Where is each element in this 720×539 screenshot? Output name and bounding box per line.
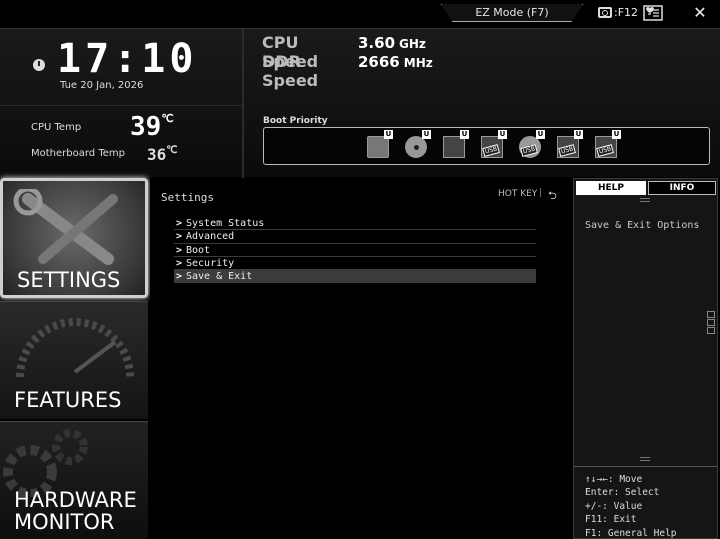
page-title: Settings bbox=[161, 191, 214, 204]
key-legend: ↑↓→←: Move Enter: Select +/-: Value F11:… bbox=[585, 473, 677, 539]
cd-icon[interactable]: U bbox=[405, 130, 431, 160]
nav-features[interactable]: FEATURES bbox=[0, 301, 148, 419]
nav-settings[interactable]: SETTINGS bbox=[0, 178, 148, 298]
nav-hardware-monitor[interactable]: HARDWARE MONITOR bbox=[0, 421, 148, 539]
divider bbox=[0, 105, 242, 106]
favorites-icon[interactable] bbox=[643, 5, 663, 21]
boot-priority-bar: U U U U USB U USB U USB U USB bbox=[263, 127, 710, 165]
key-hint: +/-: Value bbox=[585, 500, 643, 512]
top-bar: EZ Mode (F7) :F12 ✕ bbox=[0, 0, 720, 28]
usb-floppy-icon[interactable]: U USB bbox=[557, 130, 583, 160]
key-hint: F11: Exit bbox=[585, 514, 637, 526]
help-text: Save & Exit Options bbox=[585, 220, 700, 231]
settings-menu: > System Status > Advanced > Boot > Security… bbox=[174, 217, 536, 284]
screenshot-label: :F12 bbox=[614, 6, 639, 19]
panel-handle[interactable] bbox=[707, 311, 717, 341]
usb-drive-icon[interactable]: U USB bbox=[595, 130, 621, 160]
menu-item-system-status[interactable]: > System Status bbox=[174, 217, 536, 231]
gear-icon bbox=[3, 429, 88, 497]
main-panel: Settings HOT KEY | ⮌ > System Status > Adv… bbox=[150, 178, 570, 539]
ez-mode-button[interactable]: EZ Mode (F7) bbox=[441, 4, 583, 22]
divider bbox=[574, 466, 717, 467]
menu-item-security[interactable]: > Security bbox=[174, 257, 536, 271]
clock-date: Tue 20 Jan, 2026 bbox=[60, 80, 144, 91]
camera-icon bbox=[598, 7, 612, 18]
divider bbox=[242, 29, 244, 178]
key-hint: Enter: Select bbox=[585, 487, 660, 499]
usb-cd-icon[interactable]: U USB bbox=[519, 130, 545, 160]
cpu-speed-value: 3.60 bbox=[358, 34, 396, 52]
cpu-temp-value: 39℃ bbox=[130, 112, 174, 142]
scroll-down-indicator[interactable] bbox=[640, 457, 650, 461]
cpu-speed-unit: GHz bbox=[399, 37, 426, 51]
hotkey-button[interactable]: HOT KEY bbox=[498, 189, 537, 199]
header-panel: 17:10 Tue 20 Jan, 2026 CPU Temp 39℃ Moth… bbox=[0, 28, 720, 178]
cpu-temp-label: CPU Temp bbox=[31, 122, 82, 133]
menu-item-boot[interactable]: > Boot bbox=[174, 244, 536, 257]
menu-item-advanced[interactable]: > Advanced bbox=[174, 230, 536, 244]
floppy-icon[interactable]: U bbox=[443, 130, 469, 160]
mb-temp-label: Motherboard Temp bbox=[31, 148, 125, 159]
back-icon[interactable]: ⮌ bbox=[548, 187, 557, 206]
boot-priority-label: Boot Priority bbox=[263, 116, 328, 126]
speed-info: CPU Speed 3.60 GHz DDR Speed 2666 MHz bbox=[262, 33, 433, 90]
mb-temp-value: 36℃ bbox=[147, 145, 178, 164]
tab-info[interactable]: INFO bbox=[648, 181, 716, 195]
nav-features-label: FEATURES bbox=[14, 388, 122, 412]
key-hint: ↑↓→←: Move bbox=[585, 474, 643, 485]
ddr-speed-value: 2666 bbox=[358, 53, 400, 71]
help-panel: HELP INFO Save & Exit Options ↑↓→←: Move… bbox=[573, 178, 718, 539]
ddr-speed-unit: MHz bbox=[403, 56, 433, 70]
scroll-up-indicator[interactable] bbox=[640, 198, 650, 202]
clock: 17:10 Tue 20 Jan, 2026 bbox=[0, 29, 242, 104]
tab-help[interactable]: HELP bbox=[576, 181, 646, 195]
nav-hw-label-1: HARDWARE bbox=[14, 488, 137, 512]
usb-icon[interactable]: U USB bbox=[481, 130, 507, 160]
close-icon[interactable]: ✕ bbox=[692, 3, 708, 22]
hdd-icon[interactable]: U bbox=[367, 130, 393, 160]
screenshot-button[interactable]: :F12 bbox=[598, 6, 638, 19]
gauge-icon bbox=[16, 318, 134, 378]
nav-settings-label: SETTINGS bbox=[17, 268, 121, 292]
clock-icon bbox=[33, 59, 45, 71]
nav-hw-label-2: MONITOR bbox=[14, 510, 115, 534]
hotkey-separator: | bbox=[539, 188, 543, 198]
key-hint: F1: General Help bbox=[585, 527, 677, 539]
ez-mode-label: EZ Mode (F7) bbox=[475, 6, 549, 19]
menu-item-save-exit[interactable]: > Save & Exit bbox=[174, 270, 536, 284]
ddr-speed-label: DDR Speed bbox=[262, 52, 319, 90]
wrench-icon bbox=[13, 189, 118, 265]
clock-time: 17:10 bbox=[57, 36, 198, 82]
